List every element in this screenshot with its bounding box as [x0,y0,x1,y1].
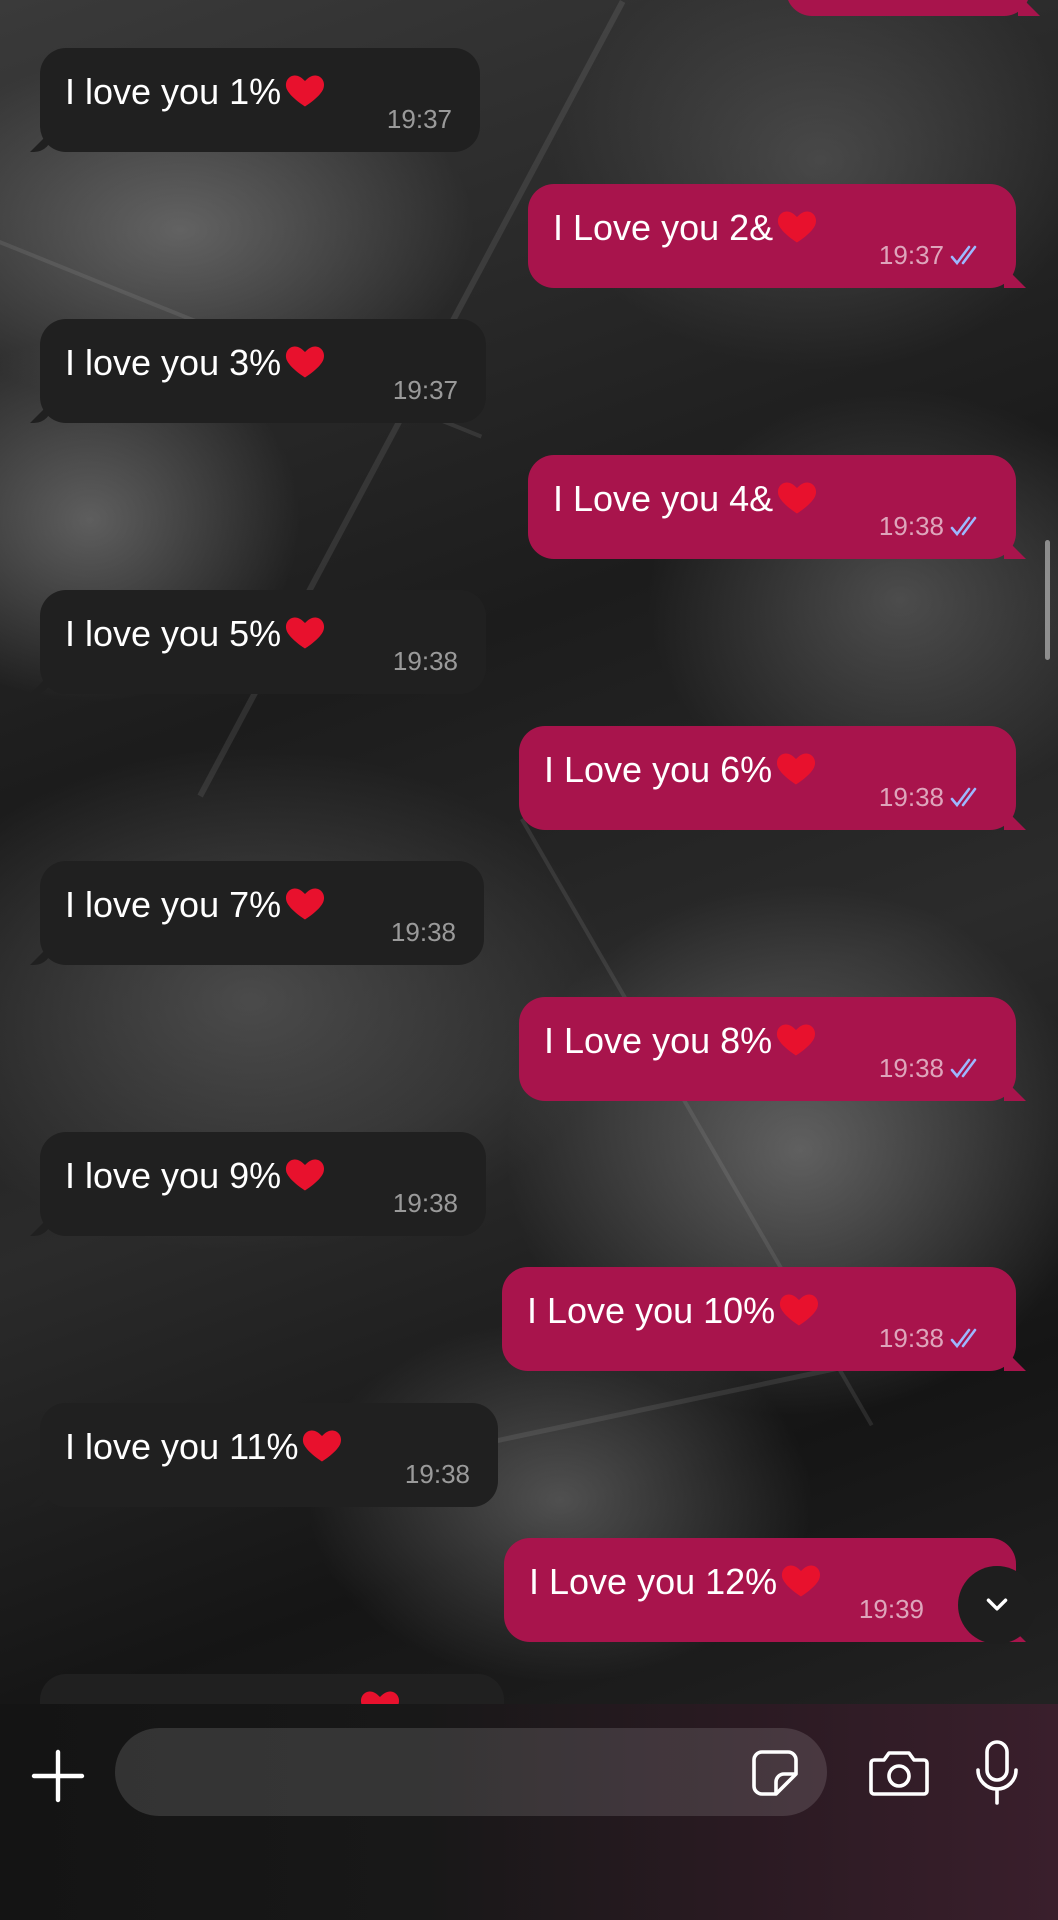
message-bubble-incoming[interactable]: I love you 11% 19:38 [30,1403,498,1507]
message-time: 19:38 [404,1459,470,1489]
message-text: I Love you 4& [553,475,819,523]
chat-screen: I love you 1% 19:37 I Love you 2& 19:37 … [0,0,1058,1920]
heart-icon [780,1294,819,1326]
message-text: I love you 5% [65,610,327,658]
camera-button[interactable] [868,1744,930,1800]
message-text: I love you 11% [65,1423,344,1471]
message-bubble-outgoing[interactable]: I Love you 6% 19:38 [519,726,1026,830]
message-time: 19:37 [392,375,458,405]
message-input[interactable] [115,1728,827,1816]
sticker-icon [752,1750,798,1796]
heart-icon [286,888,325,920]
chevron-down-icon [986,1598,1008,1611]
read-double-check-icon [950,1058,977,1079]
message-text: I Love you 2& [553,204,819,252]
message-time: 19:38 [392,1188,458,1218]
attach-button[interactable] [28,1746,88,1806]
message-time: 19:38 [879,782,986,812]
heart-icon [778,482,817,514]
message-time: 19:38 [879,511,986,541]
heart-icon [286,617,325,649]
read-double-check-icon [950,1328,977,1349]
message-text: I love you 7% [65,881,327,929]
microphone-button[interactable] [972,1738,1022,1808]
heart-icon [286,1159,325,1191]
read-double-check-icon [950,516,977,537]
message-time: 19:39 [858,1594,924,1624]
message-time: 19:38 [392,646,458,676]
message-bubble-incoming[interactable]: I love you 1% 19:37 [30,48,480,152]
heart-icon [782,1565,821,1597]
message-bubble-outgoing[interactable]: I Love you 2& 19:37 [528,184,1026,288]
heart-icon [303,1430,342,1462]
read-double-check-icon [950,787,977,808]
read-double-check-icon [950,245,977,266]
message-bubble-outgoing[interactable]: I Love you 10% 19:38 [502,1267,1026,1371]
heart-icon [286,346,325,378]
message-text: I Love you 8% [544,1017,818,1065]
message-time: 19:37 [386,104,452,134]
message-time: 19:38 [879,1323,986,1353]
message-bubble-incoming[interactable]: I love you 7% 19:38 [30,861,484,965]
scroll-indicator[interactable] [1045,540,1050,660]
message-bubble-incoming[interactable]: I love you 3% 19:37 [30,319,486,423]
heart-icon [778,211,817,243]
message-time: 19:38 [879,1053,986,1083]
heart-icon [286,75,325,107]
message-bubble-incoming[interactable]: I love you 9% 19:38 [30,1132,486,1236]
microphone-icon [976,1740,1018,1805]
message-text: I Love you 10% [527,1287,821,1335]
message-bubble-outgoing-partial[interactable] [786,0,1040,16]
heart-icon [777,1024,816,1056]
message-bubble-outgoing[interactable]: I Love you 12% 19:39 [504,1538,1026,1642]
message-text: I love you 3% [65,339,327,387]
heart-icon [777,753,816,785]
message-time: 19:37 [879,240,986,270]
message-bubble-outgoing[interactable]: I Love you 4& 19:38 [528,455,1026,559]
plus-icon [31,1749,85,1803]
camera-icon [869,1751,929,1796]
message-text: I love you 1% [65,68,327,116]
message-bubble-outgoing[interactable]: I Love you 8% 19:38 [519,997,1026,1101]
sticker-button[interactable] [750,1748,800,1798]
message-text: I Love you 6% [544,746,818,794]
message-text: I Love you 12% [529,1558,823,1606]
message-time: 19:38 [390,917,456,947]
scroll-to-bottom-button[interactable] [958,1566,1036,1644]
message-bubble-incoming[interactable]: I love you 5% 19:38 [30,590,486,694]
message-text: I love you 9% [65,1152,327,1200]
